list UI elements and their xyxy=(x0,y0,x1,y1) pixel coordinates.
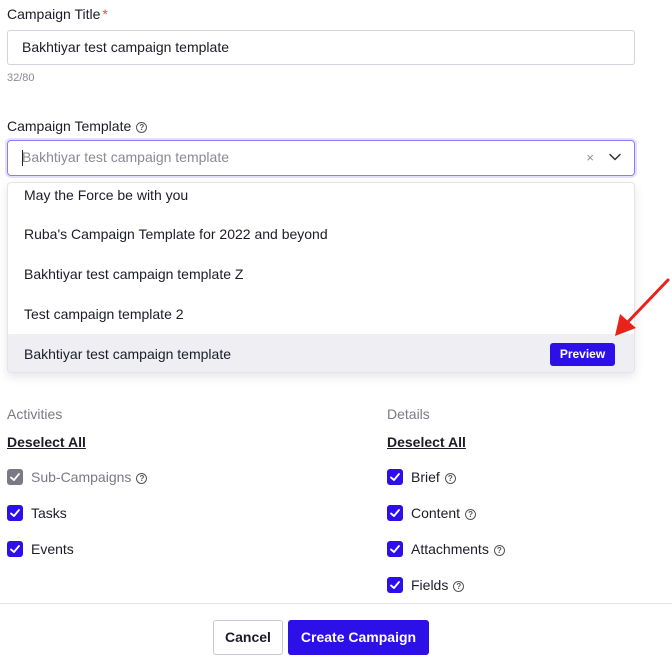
campaign-template-select[interactable]: Bakhtiyar test campaign template × xyxy=(7,140,635,176)
checkmark-icon xyxy=(10,509,20,517)
template-dropdown-menu: May the Force be with you Ruba's Campaig… xyxy=(7,182,635,373)
checkbox-label: Tasks xyxy=(31,505,67,521)
checkbox-box[interactable] xyxy=(7,541,23,557)
campaign-title-label: Campaign Title * xyxy=(7,6,108,22)
chevron-down-icon[interactable] xyxy=(608,150,622,164)
checkbox-box[interactable] xyxy=(7,505,23,521)
dropdown-option[interactable]: Test campaign template 2 xyxy=(8,294,634,334)
checkmark-icon xyxy=(10,473,20,481)
campaign-template-select-value: Bakhtiyar test campaign template xyxy=(22,149,229,165)
checkbox-label: Brief? xyxy=(411,469,456,485)
checkbox-label-text: Attachments xyxy=(411,541,489,557)
checkmark-icon xyxy=(390,473,400,481)
details-title: Details xyxy=(387,406,430,422)
checkbox-label-text: Sub-Campaigns xyxy=(31,469,132,485)
checkbox-label-text: Content xyxy=(411,505,461,521)
footer-divider xyxy=(0,603,672,604)
help-icon[interactable]: ? xyxy=(453,581,465,592)
checkmark-icon xyxy=(10,545,20,553)
campaign-title-input[interactable]: Bakhtiyar test campaign template xyxy=(7,30,635,65)
character-counter: 32/80 xyxy=(7,72,35,84)
checkbox-label: Content? xyxy=(411,505,477,521)
checkbox-box[interactable] xyxy=(387,577,403,593)
help-icon[interactable]: ? xyxy=(136,473,148,484)
checkbox-label: Fields? xyxy=(411,577,465,593)
checkbox-label-text: Brief xyxy=(411,469,440,485)
help-icon[interactable]: ? xyxy=(493,545,505,556)
campaign-title-label-text: Campaign Title xyxy=(7,6,101,22)
help-icon[interactable]: ? xyxy=(444,473,456,484)
annotation-arrow-icon xyxy=(615,278,670,336)
activities-deselect-all-link[interactable]: Deselect All xyxy=(7,434,86,450)
checkbox-box[interactable] xyxy=(387,541,403,557)
dropdown-option[interactable]: May the Force be with you xyxy=(8,183,634,215)
checkbox-label: Attachments? xyxy=(411,541,505,557)
dropdown-option[interactable]: Ruba's Campaign Template for 2022 and be… xyxy=(8,214,634,254)
checkmark-icon xyxy=(390,545,400,553)
dropdown-option-label: Bakhtiyar test campaign template xyxy=(24,346,231,362)
checkbox-box[interactable] xyxy=(387,505,403,521)
checkmark-icon xyxy=(390,581,400,589)
campaign-template-label: Campaign Template? xyxy=(7,118,148,134)
details-deselect-all-link[interactable]: Deselect All xyxy=(387,434,466,450)
checkmark-icon xyxy=(390,509,400,517)
checkbox-box[interactable] xyxy=(387,469,403,485)
activities-title: Activities xyxy=(7,406,63,422)
preview-button[interactable]: Preview xyxy=(550,343,615,366)
checkbox-label-text: Fields xyxy=(411,577,449,593)
help-icon[interactable]: ? xyxy=(136,122,148,133)
text-caret xyxy=(22,150,23,166)
create-campaign-button[interactable]: Create Campaign xyxy=(288,620,429,655)
help-icon[interactable]: ? xyxy=(465,509,477,520)
cancel-button[interactable]: Cancel xyxy=(213,620,283,655)
checkbox-label: Events xyxy=(31,541,74,557)
checkbox-label: Sub-Campaigns? xyxy=(31,469,148,485)
checkbox-box[interactable] xyxy=(7,469,23,485)
required-mark: * xyxy=(102,6,108,22)
dropdown-option-highlighted[interactable]: Bakhtiyar test campaign template Preview xyxy=(8,334,634,372)
dropdown-option[interactable]: Bakhtiyar test campaign template Z xyxy=(8,254,634,294)
clear-icon[interactable]: × xyxy=(586,141,594,174)
campaign-template-label-text: Campaign Template xyxy=(7,118,132,134)
